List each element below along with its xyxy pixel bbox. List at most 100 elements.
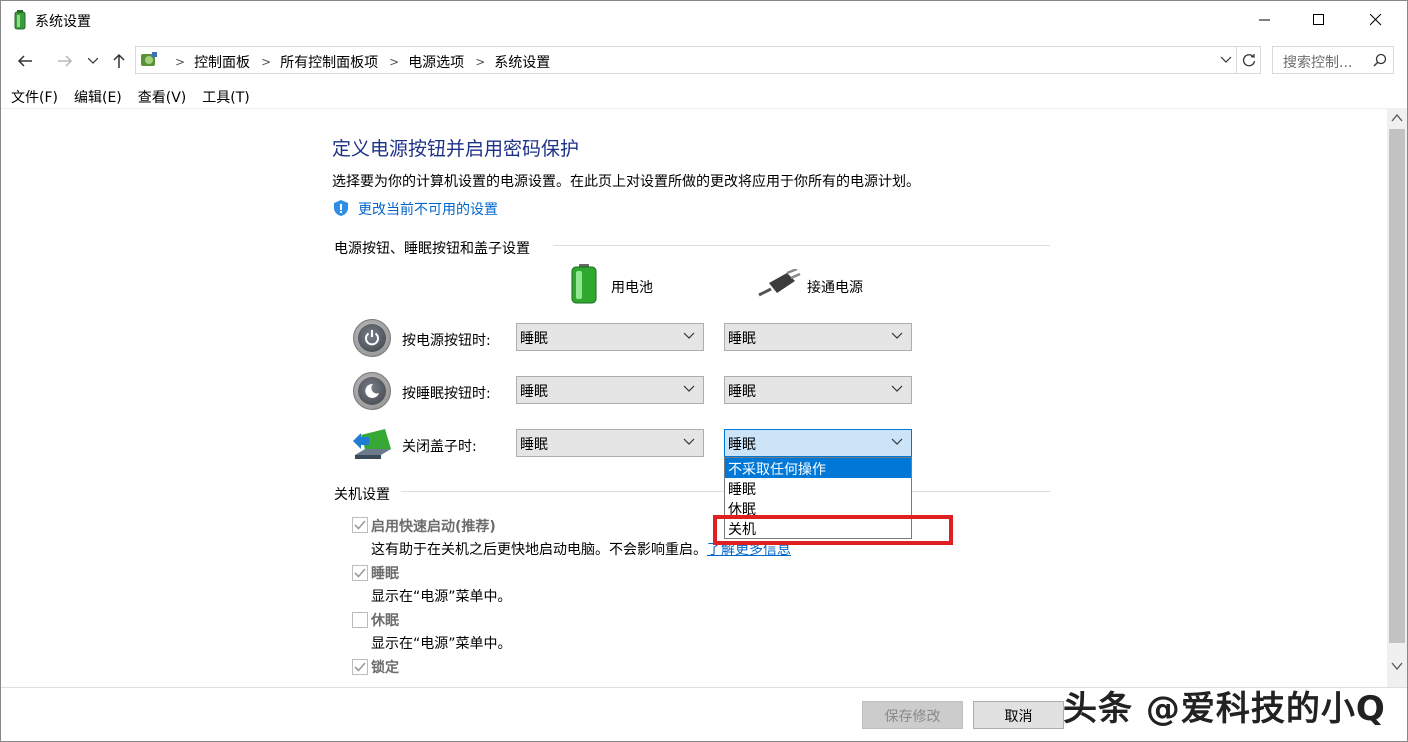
- breadcrumb-separator: >: [175, 55, 186, 69]
- lock-menu-checkbox[interactable]: [352, 659, 368, 675]
- select-value: 睡眠: [520, 331, 548, 347]
- power-button-label: 按电源按钮时:: [402, 333, 491, 349]
- section-divider: [553, 245, 1050, 246]
- sleep-button-battery-select[interactable]: 睡眠: [516, 376, 704, 404]
- dropdown-option-sleep[interactable]: 睡眠: [725, 478, 911, 498]
- shutdown-section-title: 关机设置: [334, 487, 390, 503]
- chevron-down-icon: [891, 385, 903, 392]
- checkmark-icon: [354, 662, 366, 672]
- menu-edit[interactable]: 编辑(E): [64, 83, 122, 108]
- power-options-app-icon: [14, 10, 26, 30]
- battery-column-header: 用电池: [611, 280, 653, 296]
- back-button[interactable]: [13, 49, 37, 73]
- up-arrow-icon: [113, 53, 125, 68]
- breadcrumb-separator[interactable]: >: [475, 55, 485, 69]
- watermark: 头条 @爱科技的小Q: [1063, 689, 1386, 729]
- power-button-icon: [353, 319, 391, 357]
- power-plug-icon: [758, 269, 801, 297]
- breadcrumb-system-settings[interactable]: 系统设置: [494, 52, 550, 72]
- scroll-up-arrow-icon[interactable]: [1391, 113, 1403, 123]
- search-icon: [1373, 53, 1387, 67]
- breadcrumb-separator[interactable]: >: [389, 55, 399, 69]
- hibernate-menu-checkbox[interactable]: [352, 612, 368, 628]
- select-value: 睡眠: [728, 331, 756, 347]
- power-buttons-section-title: 电源按钮、睡眠按钮和盖子设置: [334, 241, 530, 257]
- fast-startup-label: 启用快速启动(推荐): [371, 519, 496, 535]
- dropdown-option-do-nothing[interactable]: 不采取任何操作: [725, 458, 911, 478]
- close-button[interactable]: [1353, 1, 1399, 39]
- chevron-down-icon: [683, 332, 695, 339]
- menu-bar: 文件(F) 编辑(E) 查看(V) 工具(T): [1, 83, 1407, 109]
- select-value: 睡眠: [520, 384, 548, 400]
- chevron-down-icon: [891, 438, 903, 445]
- battery-icon: [571, 264, 597, 304]
- menu-tools[interactable]: 工具(T): [192, 83, 249, 108]
- recent-locations-button[interactable]: [83, 49, 103, 73]
- refresh-button[interactable]: [1237, 46, 1261, 74]
- minimize-icon: [1259, 19, 1270, 21]
- select-value: 睡眠: [520, 437, 548, 453]
- shield-icon: [334, 200, 348, 216]
- forward-button[interactable]: [53, 49, 77, 73]
- breadcrumb-power-options[interactable]: 电源选项: [408, 52, 464, 72]
- lock-menu-label: 锁定: [371, 660, 399, 676]
- breadcrumb-control-panel[interactable]: 控制面板: [194, 52, 250, 72]
- page-title: 定义电源按钮并启用密码保护: [332, 138, 580, 160]
- cancel-button[interactable]: 取消: [973, 701, 1064, 729]
- search-box[interactable]: 搜索控制...: [1272, 46, 1394, 74]
- fast-startup-checkbox[interactable]: [352, 517, 368, 533]
- maximize-icon: [1313, 14, 1324, 25]
- maximize-button[interactable]: [1296, 1, 1342, 39]
- checkmark-icon: [354, 520, 366, 530]
- close-icon: [1370, 14, 1382, 26]
- up-button[interactable]: [107, 49, 131, 73]
- plugged-in-column-header: 接通电源: [807, 280, 863, 296]
- sleep-menu-description: 显示在“电源”菜单中。: [371, 589, 512, 605]
- forward-arrow-icon: [58, 55, 73, 67]
- lid-close-plugged-select[interactable]: 睡眠: [724, 429, 912, 457]
- annotation-highlight-box: [713, 515, 953, 545]
- page-description: 选择要为你的计算机设置的电源设置。在此页上对设置所做的更改将应用于你所有的电源计…: [332, 174, 920, 190]
- lid-close-battery-select[interactable]: 睡眠: [516, 429, 704, 457]
- save-changes-button[interactable]: 保存修改: [862, 701, 963, 729]
- scrollbar-thumb[interactable]: [1389, 129, 1405, 643]
- sleep-button-plugged-select[interactable]: 睡眠: [724, 376, 912, 404]
- breadcrumb: > 控制面板 > 所有控制面板项 > 电源选项 > 系统设置: [164, 52, 550, 72]
- chevron-down-icon: [88, 58, 98, 64]
- sleep-button-label: 按睡眠按钮时:: [402, 386, 491, 402]
- checkmark-icon: [354, 568, 366, 578]
- sleep-menu-checkbox[interactable]: [352, 565, 368, 581]
- laptop-lid-icon: [353, 429, 391, 459]
- select-value: 睡眠: [728, 437, 756, 453]
- window-title: 系统设置: [35, 14, 91, 30]
- hibernate-menu-label: 休眠: [371, 613, 399, 629]
- address-history-chevron-icon[interactable]: [1220, 53, 1232, 65]
- power-button-battery-select[interactable]: 睡眠: [516, 323, 704, 351]
- breadcrumb-all-items[interactable]: 所有控制面板项: [280, 52, 378, 72]
- scroll-down-arrow-icon[interactable]: [1391, 661, 1403, 671]
- breadcrumb-separator[interactable]: >: [261, 55, 271, 69]
- chevron-down-icon: [891, 332, 903, 339]
- select-value: 睡眠: [728, 384, 756, 400]
- search-placeholder: 搜索控制...: [1283, 55, 1353, 71]
- change-unavailable-settings-link[interactable]: 更改当前不可用的设置: [358, 199, 498, 219]
- sleep-menu-label: 睡眠: [371, 566, 399, 582]
- chevron-down-icon: [683, 438, 695, 445]
- refresh-icon: [1242, 54, 1255, 67]
- system-settings-window: 系统设置 > 控制面板 > 所有控制面板项 > 电源选项 > 系统设置 搜索控制…: [0, 0, 1408, 742]
- back-arrow-icon: [17, 55, 32, 67]
- control-panel-icon: [141, 52, 157, 66]
- address-bar[interactable]: > 控制面板 > 所有控制面板项 > 电源选项 > 系统设置: [135, 46, 1237, 74]
- hibernate-menu-description: 显示在“电源”菜单中。: [371, 636, 512, 652]
- minimize-button[interactable]: [1242, 1, 1288, 39]
- sleep-button-icon: [353, 372, 391, 410]
- main-content: 定义电源按钮并启用密码保护 选择要为你的计算机设置的电源设置。在此页上对设置所做…: [1, 109, 1387, 687]
- lid-close-label: 关闭盖子时:: [402, 439, 477, 455]
- menu-file[interactable]: 文件(F): [1, 83, 58, 108]
- vertical-scrollbar[interactable]: [1387, 109, 1407, 687]
- power-button-plugged-select[interactable]: 睡眠: [724, 323, 912, 351]
- chevron-down-icon: [683, 385, 695, 392]
- menu-view[interactable]: 查看(V): [128, 83, 187, 108]
- fast-startup-description-text: 这有助于在关机之后更快地启动电脑。不会影响重启。: [371, 542, 707, 558]
- title-bar: 系统设置: [1, 1, 1407, 39]
